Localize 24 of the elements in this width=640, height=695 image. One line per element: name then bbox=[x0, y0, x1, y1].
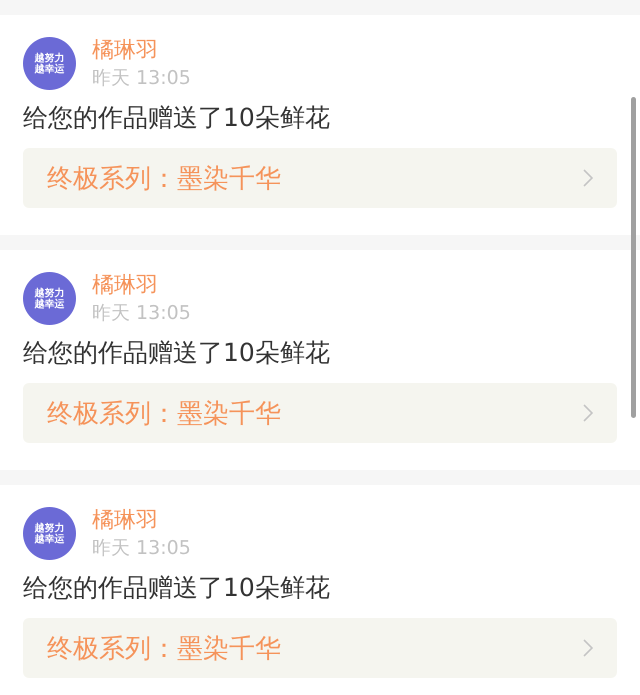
chevron-right-icon bbox=[583, 404, 593, 422]
message-text: 给您的作品赠送了10朵鲜花 bbox=[23, 102, 331, 134]
avatar-text: 越幸运 bbox=[34, 64, 64, 74]
work-link[interactable]: 终极系列：墨染千华 bbox=[23, 618, 617, 678]
user-name[interactable]: 橘琳羽 bbox=[92, 272, 191, 300]
user-name[interactable]: 橘琳羽 bbox=[92, 507, 191, 535]
message-text: 给您的作品赠送了10朵鲜花 bbox=[23, 572, 331, 604]
work-title: 终极系列：墨染千华 bbox=[47, 632, 281, 666]
work-link[interactable]: 终极系列：墨染千华 bbox=[23, 148, 617, 208]
avatar-text: 越幸运 bbox=[34, 534, 64, 544]
avatar-text: 越努力 bbox=[34, 52, 64, 64]
timestamp: 昨天 13:05 bbox=[92, 66, 191, 91]
work-title: 终极系列：墨染千华 bbox=[47, 162, 281, 196]
chevron-right-icon bbox=[583, 169, 593, 187]
work-title: 终极系列：墨染千华 bbox=[47, 398, 281, 430]
timestamp: 昨天 13:05 bbox=[92, 536, 191, 561]
avatar-text: 越努力 bbox=[34, 288, 64, 298]
avatar-text: 越幸运 bbox=[34, 298, 64, 310]
avatar-text: 越努力 bbox=[34, 522, 64, 534]
chevron-right-icon bbox=[583, 639, 593, 657]
work-link[interactable]: 终极系列：墨染千华 bbox=[23, 383, 617, 443]
message-text: 给您的作品赠送了10朵鲜花 bbox=[23, 337, 331, 369]
timestamp: 昨天 13:05 bbox=[92, 301, 191, 326]
user-name[interactable]: 橘琳羽 bbox=[92, 37, 191, 65]
